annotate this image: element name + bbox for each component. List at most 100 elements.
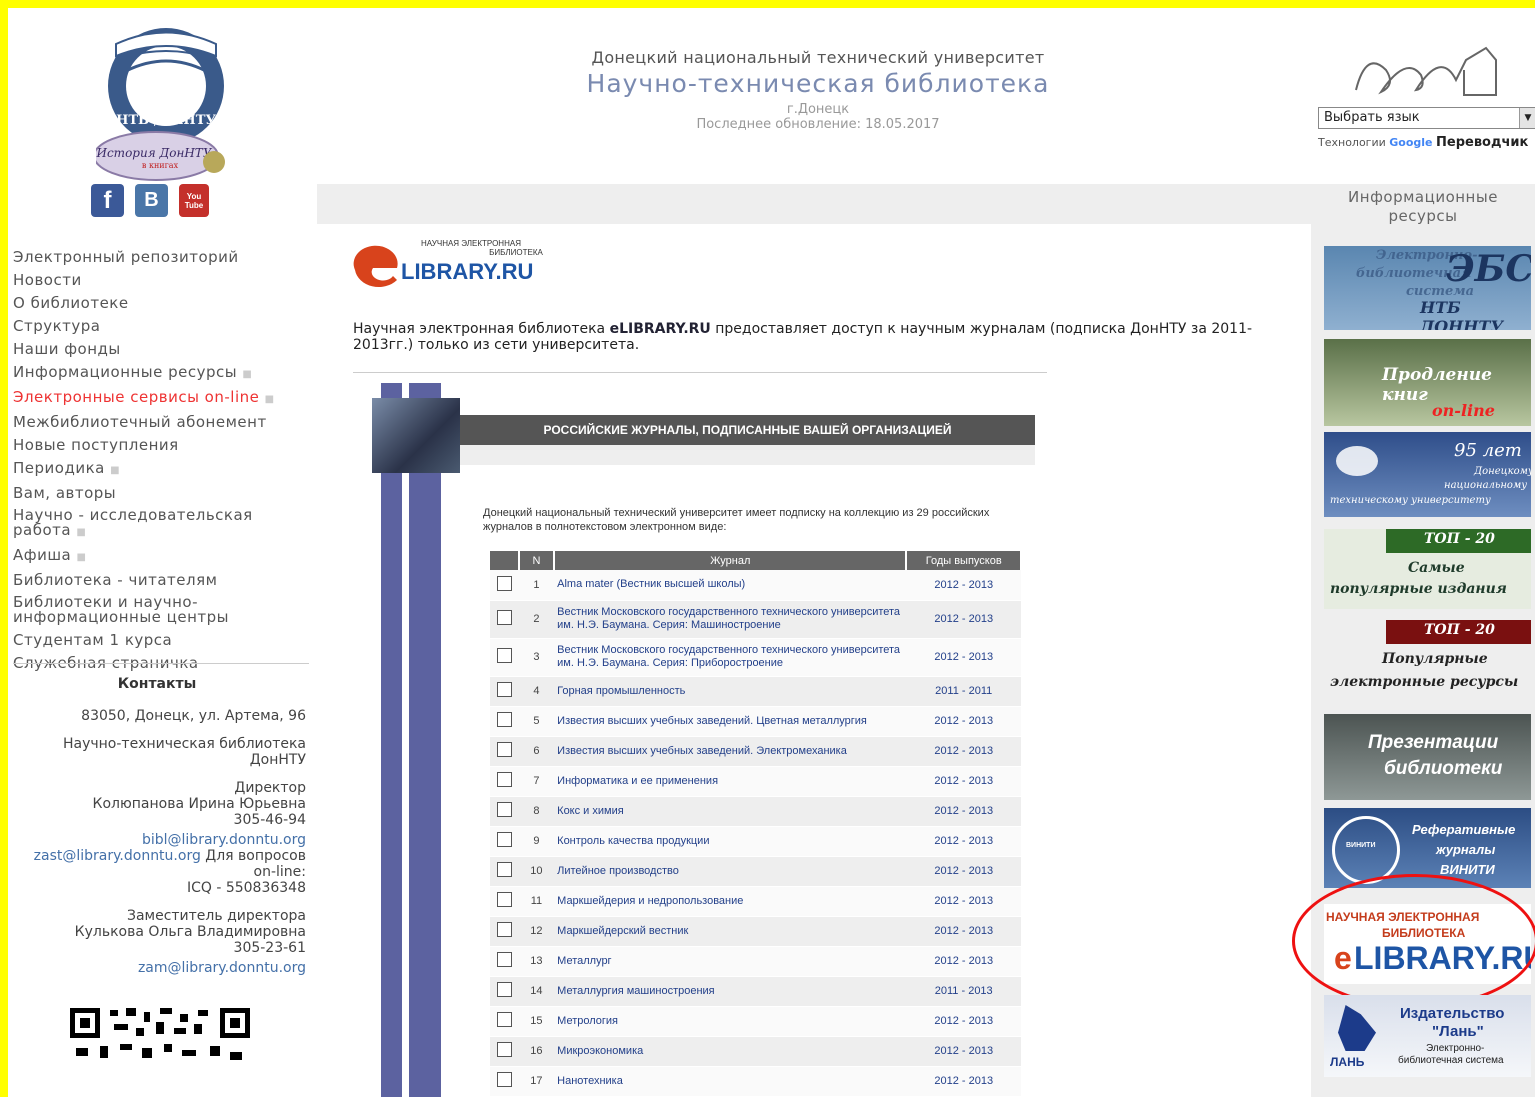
- journal-years-link[interactable]: 2011 - 2011: [906, 676, 1021, 707]
- journal-years-link[interactable]: 2012 - 2013: [906, 916, 1021, 947]
- journal-years-link[interactable]: 2012 - 2013: [906, 1006, 1021, 1037]
- menu-item-authors[interactable]: Вам, авторы: [13, 482, 313, 505]
- table-row[interactable]: 4 Горная промышленность 2011 - 2011: [490, 676, 1021, 707]
- journal-title-link[interactable]: Маркшейдерия и недропользование: [554, 886, 907, 917]
- row-checkbox[interactable]: [496, 772, 512, 787]
- menu-item-libraries[interactable]: Библиотеки и научно-информационные центр…: [13, 592, 313, 629]
- table-row[interactable]: 2 Вестник Московского государственного те…: [490, 600, 1021, 639]
- menu-item-periodicals[interactable]: Периодика ■: [13, 457, 313, 482]
- menu-item-research[interactable]: Научно - исследовательская работа ■: [13, 505, 313, 544]
- vkontakte-icon[interactable]: B: [135, 184, 168, 217]
- journal-title-link[interactable]: Метрология: [554, 1006, 907, 1037]
- row-checkbox[interactable]: [496, 575, 512, 591]
- table-row[interactable]: 10 Литейное производство 2012 - 2013: [490, 856, 1021, 887]
- journal-years-link[interactable]: 2012 - 2013: [906, 946, 1021, 977]
- journal-title-link[interactable]: Металлург: [554, 946, 907, 977]
- table-row[interactable]: 13 Металлург 2012 - 2013: [490, 946, 1021, 977]
- journal-title-link[interactable]: Вестник Московского государственного тех…: [554, 638, 907, 677]
- menu-item-info-resources[interactable]: Информационные ресурсы ■: [13, 361, 313, 386]
- menu-item-readers[interactable]: Библиотека - читателям: [13, 569, 313, 592]
- email-zast[interactable]: zast@library.donntu.org: [34, 848, 201, 864]
- library-logo[interactable]: НТБ ДонНТУ История ДонНТУ в книгах: [96, 16, 238, 184]
- chevron-down-icon[interactable]: ▼: [1519, 108, 1535, 128]
- menu-item-funds[interactable]: Наши фонды: [13, 338, 313, 361]
- journal-years-link[interactable]: 2012 - 2013: [906, 796, 1021, 827]
- row-checkbox[interactable]: [496, 862, 512, 877]
- journal-years-link[interactable]: 2012 - 2013: [906, 1066, 1021, 1097]
- language-select[interactable]: Выбрать язык ▼: [1318, 107, 1535, 129]
- journal-years-link[interactable]: 2012 - 2013: [906, 706, 1021, 737]
- table-row[interactable]: 8 Кокс и химия 2012 - 2013: [490, 796, 1021, 827]
- row-checkbox[interactable]: [496, 742, 512, 757]
- journal-years-link[interactable]: 2012 - 2013: [906, 1036, 1021, 1067]
- table-row[interactable]: 6 Известия высших учебных заведений. Элек…: [490, 736, 1021, 767]
- menu-item-e-services[interactable]: Электронные сервисы on-line ■: [13, 386, 313, 411]
- row-checkbox[interactable]: [496, 648, 512, 663]
- anniversary-banner[interactable]: 95 лет Донецкому национальному техническ…: [1324, 432, 1531, 517]
- prolong-books-banner[interactable]: Продление книг on-line: [1324, 339, 1531, 426]
- row-checkbox[interactable]: [496, 1012, 512, 1027]
- journal-years-link[interactable]: 2012 - 2013: [906, 736, 1021, 767]
- journal-title-link[interactable]: Металлургия машиностроения: [554, 976, 907, 1007]
- journal-title-link[interactable]: Нанотехника: [554, 1066, 907, 1097]
- row-checkbox[interactable]: [496, 1042, 512, 1057]
- menu-item-new-arrivals[interactable]: Новые поступления: [13, 434, 313, 457]
- journal-title-link[interactable]: Alma mater (Вестник высшей школы): [554, 570, 907, 601]
- row-checkbox[interactable]: [496, 1072, 512, 1087]
- table-row[interactable]: 15 Метрология 2012 - 2013: [490, 1006, 1021, 1037]
- journal-years-link[interactable]: 2012 - 2013: [906, 856, 1021, 887]
- journal-title-link[interactable]: Микроэкономика: [554, 1036, 907, 1067]
- row-checkbox[interactable]: [496, 892, 512, 907]
- table-row[interactable]: 5 Известия высших учебных заведений. Цвет…: [490, 706, 1021, 737]
- table-row[interactable]: 14 Металлургия машиностроения 2011 - 2013: [490, 976, 1021, 1007]
- table-row[interactable]: 9 Контроль качества продукции 2012 - 2013: [490, 826, 1021, 857]
- top20-eresources-banner[interactable]: ТОП - 20 Популярные электронные ресурсы: [1324, 620, 1531, 706]
- elibrary-logo[interactable]: НАУЧНАЯ ЭЛЕКТРОННАЯ БИБЛИОТЕКА LIBRARY.R…: [353, 238, 543, 288]
- journal-years-link[interactable]: 2011 - 2013: [906, 976, 1021, 1007]
- table-row[interactable]: 1 Alma mater (Вестник высшей школы) 2012 -…: [490, 570, 1021, 601]
- journal-title-link[interactable]: Кокс и химия: [554, 796, 907, 827]
- lan-banner[interactable]: ЛАНЬ Издательство "Лань" Электронно- биб…: [1324, 995, 1531, 1077]
- journal-years-link[interactable]: 2012 - 2013: [906, 886, 1021, 917]
- menu-item-structure[interactable]: Структура: [13, 315, 313, 338]
- table-row[interactable]: 12 Маркшейдерский вестник 2012 - 2013: [490, 916, 1021, 947]
- top20-publications-banner[interactable]: ТОП - 20 Самые популярные издания: [1324, 529, 1531, 609]
- journal-title-link[interactable]: Известия высших учебных заведений. Цветн…: [554, 706, 907, 737]
- journal-title-link[interactable]: Маркшейдерский вестник: [554, 916, 907, 947]
- row-checkbox[interactable]: [496, 802, 512, 817]
- facebook-icon[interactable]: f: [91, 184, 124, 217]
- google-brand[interactable]: Google: [1389, 136, 1432, 149]
- menu-item-news[interactable]: Новости: [13, 269, 313, 292]
- journal-title-link[interactable]: Известия высших учебных заведений. Элект…: [554, 736, 907, 767]
- youtube-icon[interactable]: You Tube: [179, 184, 209, 217]
- email-zam[interactable]: zam@library.donntu.org: [138, 960, 306, 976]
- table-row[interactable]: 7 Информатика и ее применения 2012 - 2013: [490, 766, 1021, 797]
- row-checkbox[interactable]: [496, 712, 512, 727]
- row-checkbox[interactable]: [496, 952, 512, 967]
- menu-item-about[interactable]: О библиотеке: [13, 292, 313, 315]
- translator-suffix[interactable]: Переводчик: [1436, 135, 1528, 150]
- row-checkbox[interactable]: [496, 922, 512, 937]
- menu-item-interlibrary[interactable]: Межбиблиотечный абонемент: [13, 411, 313, 434]
- menu-item-first-year[interactable]: Студентам 1 курса: [13, 629, 313, 652]
- menu-item-repository[interactable]: Электронный репозиторий: [13, 246, 313, 269]
- journal-title-link[interactable]: Информатика и ее применения: [554, 766, 907, 797]
- row-checkbox[interactable]: [496, 682, 512, 697]
- row-checkbox[interactable]: [496, 832, 512, 847]
- journal-years-link[interactable]: 2012 - 2013: [906, 826, 1021, 857]
- table-row[interactable]: 3 Вестник Московского государственного те…: [490, 638, 1021, 677]
- journal-title-link[interactable]: Горная промышленность: [554, 676, 907, 707]
- table-row[interactable]: 16 Микроэкономика 2012 - 2013: [490, 1036, 1021, 1067]
- table-row[interactable]: 17 Нанотехника 2012 - 2013: [490, 1066, 1021, 1097]
- journal-years-link[interactable]: 2012 - 2013: [906, 766, 1021, 797]
- email-bibl[interactable]: bibl@library.donntu.org: [142, 832, 306, 848]
- journal-title-link[interactable]: Литейное производство: [554, 856, 907, 887]
- journal-years-link[interactable]: 2012 - 2013: [906, 600, 1021, 639]
- row-checkbox[interactable]: [496, 610, 512, 625]
- journal-years-link[interactable]: 2012 - 2013: [906, 638, 1021, 677]
- ebs-banner[interactable]: Электронно- библиотечная система ЭБС НТБ…: [1324, 246, 1531, 330]
- menu-item-events[interactable]: Афиша ■: [13, 544, 313, 569]
- journal-title-link[interactable]: Вестник Московского государственного тех…: [554, 600, 907, 639]
- journal-years-link[interactable]: 2012 - 2013: [906, 570, 1021, 601]
- presentations-banner[interactable]: Презентации библиотеки: [1324, 714, 1531, 800]
